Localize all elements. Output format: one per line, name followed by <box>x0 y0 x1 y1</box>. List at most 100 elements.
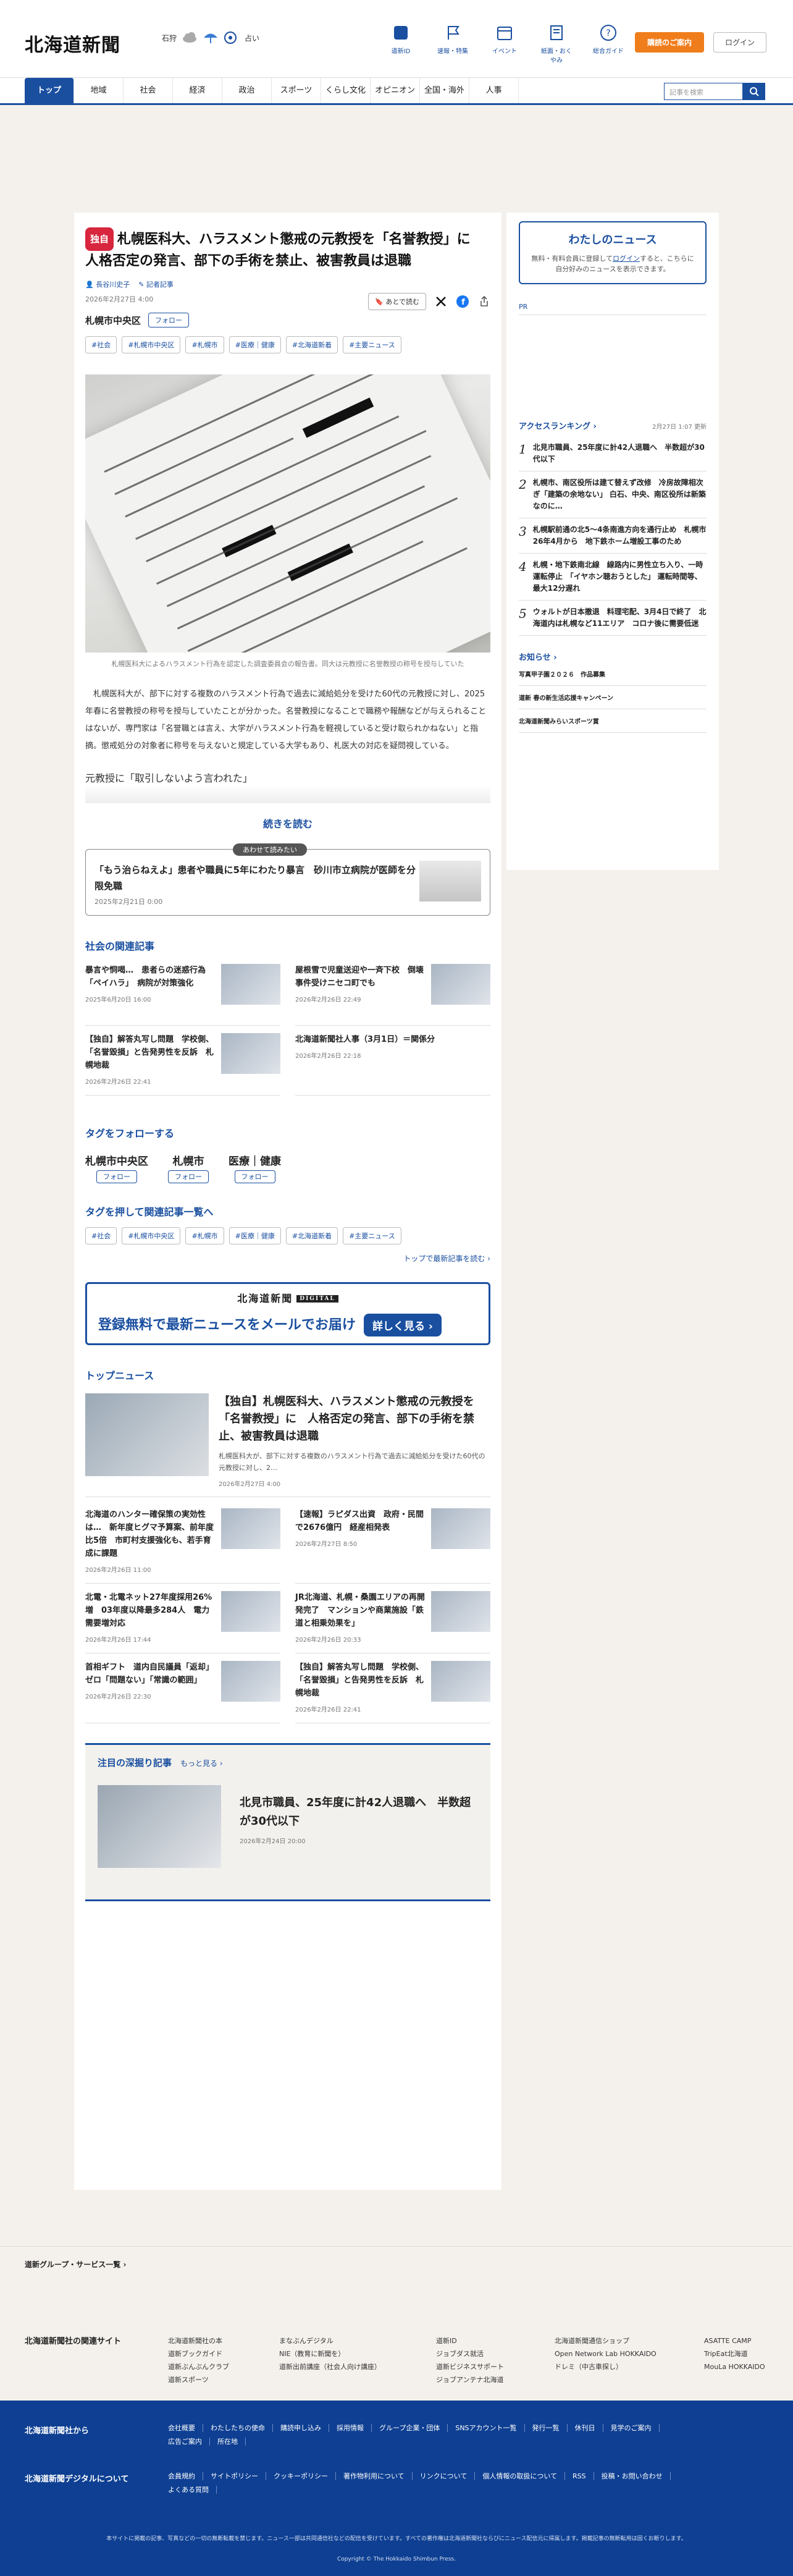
site-link[interactable]: 道新ぶんぶんクラブ <box>168 2360 229 2373</box>
tab-sports[interactable]: スポーツ <box>272 78 321 103</box>
tag-item[interactable]: #札幌市 <box>185 336 224 353</box>
follow-tag-button[interactable]: フォロー <box>234 1170 275 1183</box>
follow-tag-button[interactable]: フォロー <box>96 1170 137 1183</box>
site-link[interactable]: ASATTE CAMP <box>704 2334 765 2347</box>
nav-events[interactable]: イベント <box>487 23 522 64</box>
footer-link[interactable]: 休刊日 <box>574 2424 603 2432</box>
top-news-item[interactable]: 【速報】ラピダス出資 政府・民間で2676億円 経産相発表 2026年2月27日 … <box>295 1508 490 1584</box>
ranking-item[interactable]: 4 札幌・地下鉄南北線 線路内に男性立ち入り、一時運転停止 「イヤホン聴おうとした… <box>519 554 707 601</box>
tag-item[interactable]: #主要ニュース <box>343 1227 401 1244</box>
footer-link[interactable]: 発行一覧 <box>532 2424 568 2432</box>
x-share-icon[interactable] <box>435 295 447 308</box>
top-news-item[interactable]: 【独自】解答丸写し問題 学校側、「名誉毀損」と告発男性を反訴 札幌地裁 2026年… <box>295 1661 490 1723</box>
my-news-login-link[interactable]: ログイン <box>613 255 640 263</box>
site-link[interactable]: まなぶんデジタル <box>279 2334 381 2347</box>
footer-link[interactable]: 採用情報 <box>337 2424 372 2432</box>
site-link[interactable]: ドレミ（中古車探し） <box>555 2360 657 2373</box>
footer-link[interactable]: 広告ご案内 <box>168 2438 210 2446</box>
article-photo[interactable] <box>85 374 490 652</box>
newsletter-banner[interactable]: 北海道新聞 DIGITAL 登録無料で最新ニュースをメールでお届け 詳しく見る › <box>85 1282 490 1345</box>
deep-dive-item[interactable]: 北見市職員、25年度に計42人退職へ 半数超が30代以下 2026年2月24日 … <box>98 1785 478 1868</box>
tag-item[interactable]: #札幌市中央区 <box>122 1227 181 1244</box>
latest-articles-link[interactable]: トップで最新記事を読む › <box>85 1253 490 1264</box>
site-link[interactable]: ジョブダス就活 <box>436 2347 504 2360</box>
group-services-link[interactable]: 道新グループ・サービス一覧 › <box>25 2259 126 2270</box>
search-button[interactable] <box>743 83 765 100</box>
top-news-item[interactable]: 首相ギフト 道内自民議員「返却」ゼロ「問題ない」「常識の範囲」 2026年2月26… <box>85 1661 280 1723</box>
footer-link[interactable]: 投稿・お問い合わせ <box>601 2472 671 2480</box>
footer-link[interactable]: わたしたちの使命 <box>211 2424 273 2432</box>
tab-region[interactable]: 地域 <box>74 78 124 103</box>
info-item[interactable]: 北海道新聞みらいスポーツ賞 <box>519 709 707 733</box>
footer-link[interactable]: 著作物利用について <box>343 2472 413 2480</box>
tab-culture[interactable]: くらし文化 <box>321 78 371 103</box>
tag-item[interactable]: #社会 <box>85 1227 117 1244</box>
also-read-card[interactable]: あわせて読みたい 「もう治らねえよ」患者や職員に5年にわたり暴言 砂川市立病院が… <box>85 843 490 916</box>
login-button[interactable]: ログイン <box>713 32 767 53</box>
author-articles-link[interactable]: ✎ 記者記事 <box>138 279 174 289</box>
subscribe-button[interactable]: 購読のご案内 <box>635 32 705 53</box>
share-icon[interactable] <box>478 295 490 308</box>
footer-link[interactable]: リンクについて <box>419 2472 476 2480</box>
footer-link[interactable]: よくある質問 <box>168 2486 217 2494</box>
nav-doshin-id[interactable]: 道新ID <box>383 23 419 64</box>
info-item[interactable]: 道新 春の新生活応援キャンペーン <box>519 686 707 709</box>
site-link[interactable]: 北海道新聞社の本 <box>168 2334 229 2347</box>
site-link[interactable]: MouLa HOKKAIDO <box>704 2360 765 2373</box>
ranking-item[interactable]: 1 北見市職員、25年度に計42人退職へ 半数超が30代以下 <box>519 436 707 471</box>
site-logo[interactable]: 北海道新聞 <box>25 30 120 57</box>
site-link[interactable]: Open Network Lab HOKKAIDO <box>555 2347 657 2360</box>
nav-guide[interactable]: ? 総合ガイド <box>590 23 626 64</box>
footer-link[interactable]: グループ企業・団体 <box>379 2424 448 2432</box>
footer-link[interactable]: 会員規約 <box>168 2472 203 2480</box>
tag-item[interactable]: #主要ニュース <box>343 336 401 353</box>
info-item[interactable]: 写真甲子園２０２６ 作品募集 <box>519 662 707 686</box>
ranking-item[interactable]: 5 ウォルトが日本撤退 料理宅配、3月4日で終了 北海道内は札幌など11エリア コ… <box>519 601 707 636</box>
site-link[interactable]: NIE（教育に新聞を） <box>279 2347 381 2360</box>
site-link[interactable]: 道新スポーツ <box>168 2373 229 2386</box>
related-item[interactable]: 【独自】解答丸写し問題 学校側、「名誉毀損」と告発男性を反訴 札幌地裁 2026年… <box>85 1033 280 1096</box>
author-link[interactable]: 👤 長谷川史子 <box>85 279 130 289</box>
footer-link[interactable]: 所在地 <box>217 2438 246 2446</box>
site-link[interactable]: 北海道新聞通信ショップ <box>555 2334 657 2347</box>
tag-item[interactable]: #札幌市中央区 <box>122 336 181 353</box>
footer-link[interactable]: クッキーポリシー <box>274 2472 336 2480</box>
tag-item[interactable]: #医療｜健康 <box>229 1227 281 1244</box>
tab-opinion[interactable]: オピニオン <box>371 78 420 103</box>
footer-link[interactable]: RSS <box>573 2472 594 2480</box>
footer-link[interactable]: 会社概要 <box>168 2424 203 2432</box>
follow-tag-button[interactable]: フォロー <box>168 1170 209 1183</box>
read-later-button[interactable]: 🔖 あとで読む <box>368 293 426 310</box>
related-item[interactable]: 暴言や恫喝… 患者らの迷惑行為「ペイハラ」 病院が対策強化 2025年6月20日 … <box>85 964 280 1026</box>
tag-item[interactable]: #社会 <box>85 336 117 353</box>
tag-item[interactable]: #北海道新着 <box>285 1227 338 1244</box>
deep-dive-more-link[interactable]: もっと見る › <box>180 1759 223 1768</box>
ranking-item[interactable]: 3 札幌駅前通の北5〜4条南進方向を通行止め 札幌市26年4月から 地下鉄ホーム増… <box>519 518 707 554</box>
banner-details-button[interactable]: 詳しく見る › <box>364 1314 442 1337</box>
search-input[interactable]: 記事を検索 <box>664 83 743 100</box>
ranking-heading[interactable]: アクセスランキング › <box>519 422 597 431</box>
site-link[interactable]: ジョブアンテナ北海道 <box>436 2373 504 2386</box>
info-heading[interactable]: お知らせ › <box>519 651 707 662</box>
tab-economy[interactable]: 経済 <box>173 78 222 103</box>
tag-item[interactable]: #北海道新着 <box>285 336 338 353</box>
facebook-share-icon[interactable]: f <box>456 295 469 308</box>
tab-politics[interactable]: 政治 <box>222 78 272 103</box>
site-link[interactable]: 道新ビジネスサポート <box>436 2360 504 2373</box>
tag-item[interactable]: #札幌市 <box>185 1227 224 1244</box>
footer-link[interactable]: SNSアカウント一覧 <box>455 2424 525 2432</box>
tab-personnel[interactable]: 人事 <box>469 78 519 103</box>
tab-society[interactable]: 社会 <box>124 78 173 103</box>
related-item[interactable]: 北海道新聞社人事（3月1日）＝関係分 2026年2月26日 22:18 <box>295 1033 490 1096</box>
tag-item[interactable]: #医療｜健康 <box>229 336 281 353</box>
nav-paper[interactable]: 紙面・おくやみ <box>539 23 574 64</box>
nav-breaking[interactable]: 速報・特集 <box>435 23 471 64</box>
read-more-link[interactable]: 続きを読む <box>85 816 490 830</box>
site-link[interactable]: TripEat北海道 <box>704 2347 765 2360</box>
top-news-item[interactable]: JR北海道、札幌・桑園エリアの再開発完了 マンションや商業施設「鉄道と相乗効果を… <box>295 1591 490 1653</box>
tab-top[interactable]: トップ <box>25 78 74 103</box>
footer-link[interactable]: 見学のご案内 <box>610 2424 660 2432</box>
top-news-item[interactable]: 北海道のハンター確保策の実効性は… 新年度ヒグマ予算案、前年度比5倍 市町村支援… <box>85 1508 280 1584</box>
site-link[interactable]: 道新出前講座（社会人向け講座） <box>279 2360 381 2373</box>
weather-widget[interactable]: 石狩 占い <box>162 31 259 44</box>
